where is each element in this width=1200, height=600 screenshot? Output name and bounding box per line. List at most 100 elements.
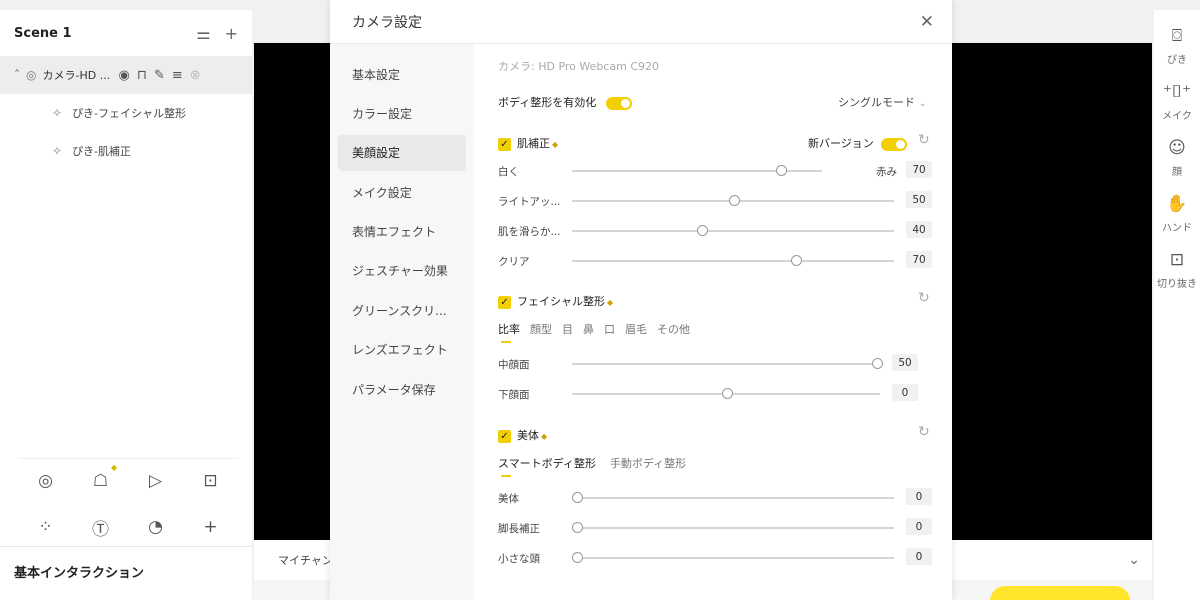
virtual-avatar-icon[interactable]: ☖ ◆	[73, 463, 128, 493]
sticker-icon[interactable]: ◔	[128, 515, 183, 539]
premium-gem-icon: ◆	[607, 297, 614, 307]
channel-label[interactable]: マイチャン	[278, 552, 333, 568]
body-tabs: スマートボディ整形 手動ボディ整形	[498, 455, 686, 477]
tab-ratio[interactable]: 比率	[498, 321, 520, 343]
nav-color[interactable]: カラー設定	[338, 95, 466, 131]
cutout-icon: ⊡	[1169, 250, 1185, 270]
nav-makeup[interactable]: メイク設定	[338, 174, 466, 210]
child-source-skin[interactable]: ✧ ぴき-肌補正	[0, 132, 252, 170]
new-version-toggle[interactable]	[881, 137, 908, 151]
facial-title: フェイシャル整形	[517, 295, 605, 308]
nav-beauty[interactable]: 美顔設定	[338, 134, 466, 171]
mode-dropdown[interactable]: シングルモード ⌄	[838, 94, 927, 110]
nav-basic[interactable]: 基本設定	[338, 56, 466, 92]
source-name: カメラ-HD ...	[42, 69, 111, 82]
body-toggle-label: ボディ整形を有効化	[498, 96, 597, 109]
rail-item-hand[interactable]: ✋ ハンド	[1154, 194, 1200, 234]
slider-value-body[interactable]: 0	[906, 488, 932, 505]
close-icon[interactable]: ✕	[920, 12, 934, 32]
tab-eyes[interactable]: 目	[562, 321, 573, 337]
slider-track-smooth[interactable]	[572, 230, 894, 232]
skin-checkbox[interactable]: ✓	[498, 137, 511, 151]
media-play-icon[interactable]: ▷	[128, 469, 183, 493]
slider-track-leg[interactable]	[572, 527, 894, 529]
tab-nose[interactable]: 鼻	[583, 321, 594, 337]
reset-facial-icon[interactable]: ↻	[918, 290, 930, 306]
scene-title: Scene 1	[14, 25, 72, 41]
slider-value-leg[interactable]: 0	[906, 518, 932, 535]
text-icon[interactable]: Ⓣ	[73, 515, 128, 540]
nav-gesture[interactable]: ジェスチャー効果	[338, 253, 466, 289]
slider-track-body[interactable]	[572, 497, 894, 499]
tab-other[interactable]: その他	[657, 321, 690, 337]
slider-label: ライトアッ...	[498, 196, 561, 208]
face-icon: ☺	[1168, 138, 1186, 158]
facial-tabs: 比率 顔型 目 鼻 口 眉毛 その他	[498, 321, 690, 343]
tab-manual-body[interactable]: 手動ボディ整形	[610, 455, 686, 471]
slider-thumb-lowerface[interactable]	[722, 388, 733, 399]
body-checkbox[interactable]: ✓	[498, 429, 511, 443]
slider-thumb-body[interactable]	[572, 492, 583, 503]
facial-checkbox[interactable]: ✓	[498, 295, 511, 309]
hand-icon: ✋	[1166, 194, 1188, 214]
settings-icon[interactable]: ⊗	[190, 68, 201, 83]
slider-value-whiten[interactable]: 70	[906, 161, 932, 178]
tab-mouth[interactable]: 口	[604, 321, 615, 337]
slider-thumb-clear[interactable]	[791, 255, 802, 266]
slider-value-smooth[interactable]: 40	[906, 221, 932, 238]
basic-interaction-title: 基本インタラクション	[14, 566, 145, 581]
camera-settings-modal: カメラ設定 ✕ 基本設定 カラー設定 美顔設定 メイク設定 表情エフェクト ジェ…	[330, 0, 952, 600]
slider-track-head[interactable]	[572, 557, 894, 559]
tab-face-shape[interactable]: 顔型	[530, 321, 552, 337]
slider-value-midface[interactable]: 50	[892, 354, 918, 371]
screen-cast-icon[interactable]: ⊡	[183, 469, 238, 493]
slider-thumb-lightup[interactable]	[729, 195, 740, 206]
slider-track-midface[interactable]	[572, 363, 880, 365]
reset-skin-icon[interactable]: ↻	[918, 132, 930, 148]
slider-thumb-smooth[interactable]	[697, 225, 708, 236]
nav-greenscreen[interactable]: グリーンスクリ...	[338, 292, 466, 328]
rail-item-piki[interactable]: ⌼ ぴき	[1154, 26, 1200, 66]
add-scene-icon[interactable]: +	[225, 24, 238, 43]
lock-icon[interactable]: ⊓	[137, 68, 147, 83]
child-source-facial[interactable]: ✧ ぴき-フェイシャル整形	[0, 94, 252, 132]
rail-label: ハンド	[1162, 223, 1192, 234]
slider-value-lightup[interactable]: 50	[906, 191, 932, 208]
edit-icon[interactable]: ✎	[154, 68, 165, 83]
slider-thumb-leg[interactable]	[572, 522, 583, 533]
slider-value-lowerface[interactable]: 0	[892, 384, 918, 401]
chevron-up-icon[interactable]: ˄	[14, 68, 20, 82]
chevron-down-icon[interactable]: ⌄	[1128, 552, 1140, 568]
tab-eyebrows[interactable]: 眉毛	[625, 321, 647, 337]
slider-thumb-whiten[interactable]	[776, 165, 787, 176]
skin-title: 肌補正	[517, 137, 550, 150]
slider-right-label: 赤み	[876, 166, 897, 178]
premium-gem-icon: ◆	[552, 139, 559, 149]
go-live-button[interactable]	[990, 586, 1130, 600]
source-row-camera[interactable]: ˄ ◎ カメラ-HD ... ◉ ⊓ ✎ ≡ ⊗	[0, 56, 252, 94]
visibility-icon[interactable]: ◉	[118, 68, 129, 83]
menu-icon[interactable]: ≡	[172, 68, 183, 83]
slider-value-head[interactable]: 0	[906, 548, 932, 565]
nav-expression[interactable]: 表情エフェクト	[338, 214, 466, 250]
add-source-icon[interactable]: +	[183, 515, 238, 539]
rail-item-makeup[interactable]: ⁺⌷⁺ メイク	[1154, 82, 1200, 122]
rail-label: 顔	[1172, 167, 1182, 178]
nav-save-params[interactable]: パラメータ保存	[338, 371, 466, 407]
camera-source-icon[interactable]: ◎	[18, 469, 73, 493]
slider-thumb-midface[interactable]	[872, 358, 883, 369]
slider-value-clear[interactable]: 70	[906, 251, 932, 268]
rail-item-face[interactable]: ☺ 顔	[1154, 138, 1200, 178]
tab-smart-body[interactable]: スマートボディ整形	[498, 455, 596, 477]
body-toggle-switch[interactable]	[605, 96, 632, 110]
nav-lens[interactable]: レンズエフェクト	[338, 332, 466, 368]
sparkle-effect-icon[interactable]: ⁘	[18, 515, 73, 539]
rail-item-cutout[interactable]: ⊡ 切り抜き	[1154, 250, 1200, 290]
scene-settings-icon[interactable]: ⚌	[196, 24, 210, 43]
slider-thumb-head[interactable]	[572, 552, 583, 563]
reset-body-icon[interactable]: ↻	[918, 424, 930, 440]
makeup-icon: ⁺⌷⁺	[1162, 82, 1192, 102]
slider-track-clear[interactable]	[572, 260, 894, 262]
premium-gem-icon: ◆	[541, 431, 548, 441]
slider-label: 小さな頭	[498, 553, 540, 565]
